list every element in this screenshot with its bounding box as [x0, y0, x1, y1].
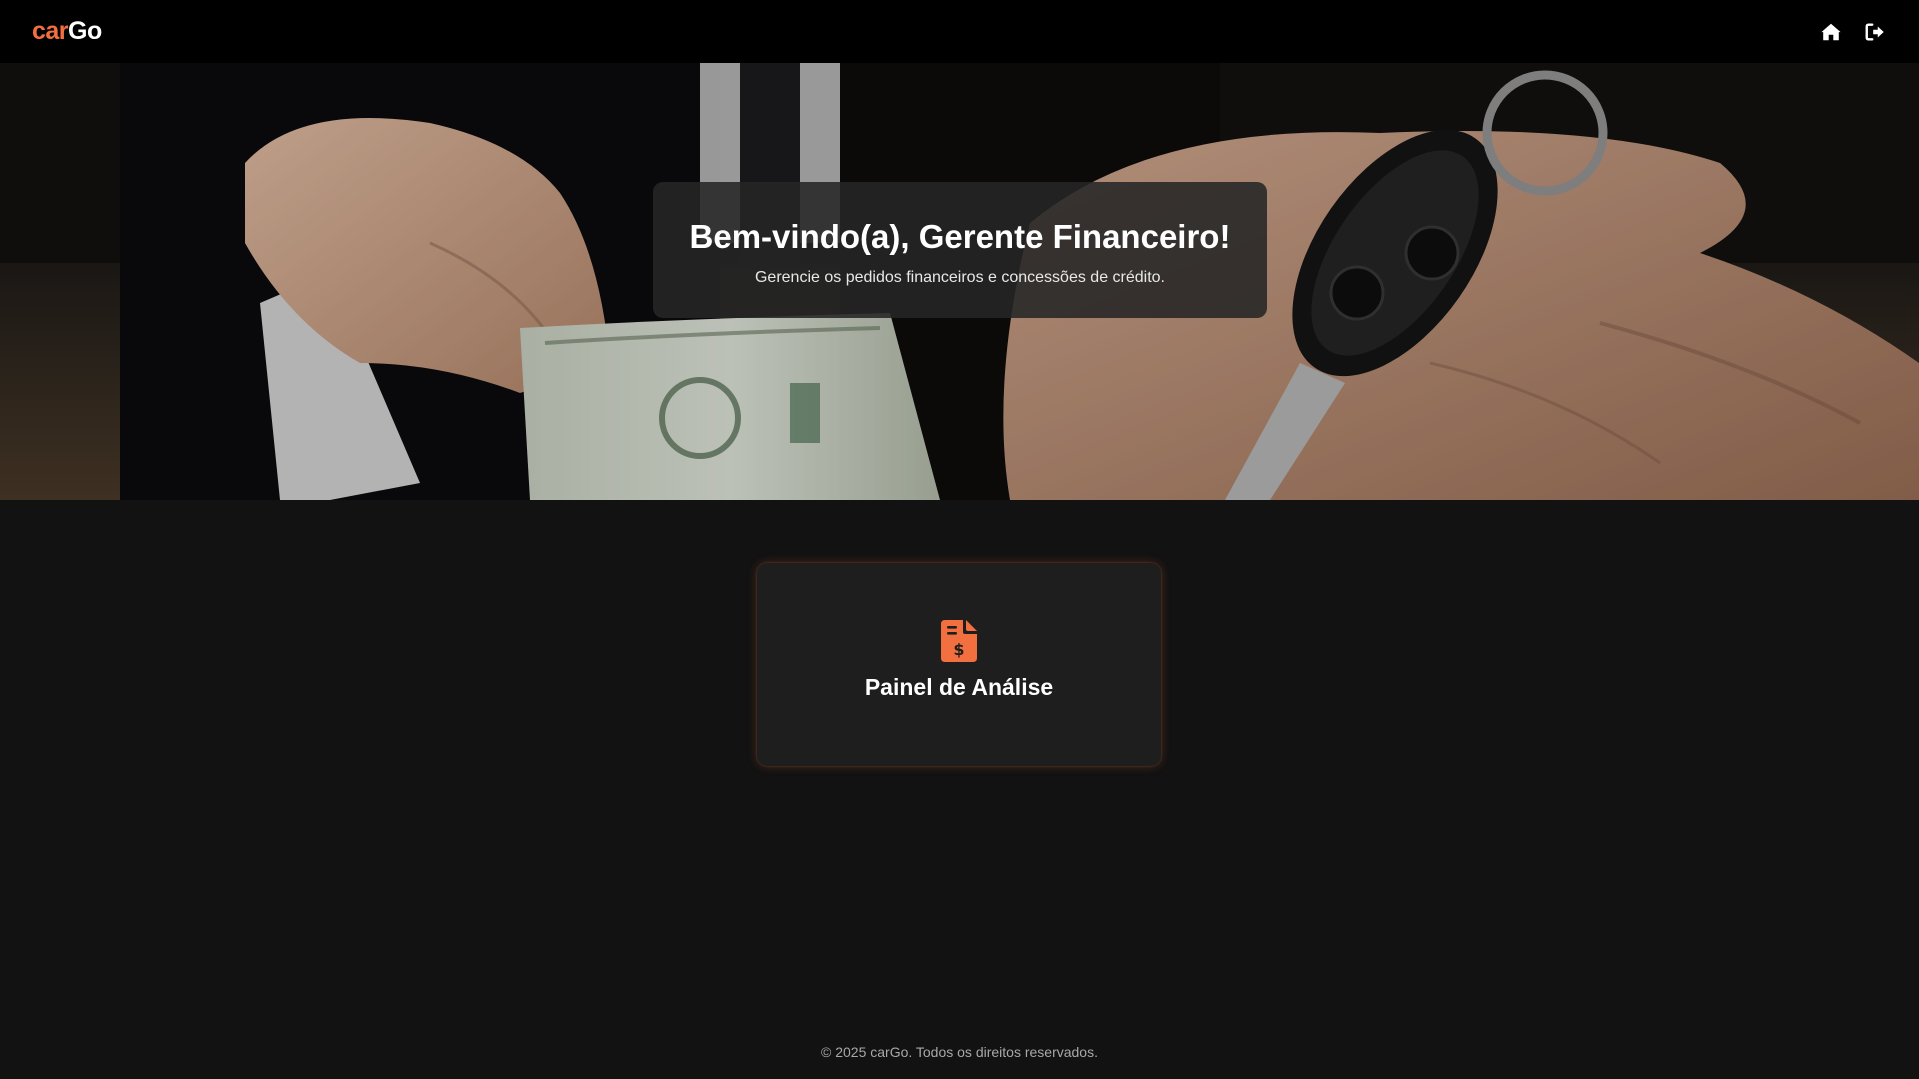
welcome-box: Bem-vindo(a), Gerente Financeiro! Gerenc… [653, 182, 1267, 318]
nav-actions [1820, 21, 1886, 43]
welcome-subtitle: Gerencie os pedidos financeiros e conces… [754, 269, 1165, 286]
top-navbar: carGo [0, 0, 1919, 63]
welcome-title: Bem-vindo(a), Gerente Financeiro! [689, 218, 1231, 255]
logo-go-text: Go [68, 17, 102, 45]
brand-logo[interactable]: carGo [32, 17, 102, 46]
copyright-text: © 2025 carGo. Todos os direitos reservad… [821, 1044, 1098, 1060]
analysis-panel-label: Painel de Análise [864, 674, 1054, 700]
logout-icon[interactable] [1864, 21, 1886, 43]
analysis-panel-card[interactable]: $ Painel de Análise [757, 563, 1161, 766]
hero-banner: Bem-vindo(a), Gerente Financeiro! Gerenc… [0, 63, 1919, 500]
file-invoice-dollar-icon: $ [941, 620, 977, 662]
logo-car-text: car [32, 17, 69, 45]
page-footer: © 2025 carGo. Todos os direitos reservad… [0, 1044, 1919, 1060]
home-icon[interactable] [1820, 21, 1842, 43]
svg-text:$: $ [953, 640, 964, 659]
